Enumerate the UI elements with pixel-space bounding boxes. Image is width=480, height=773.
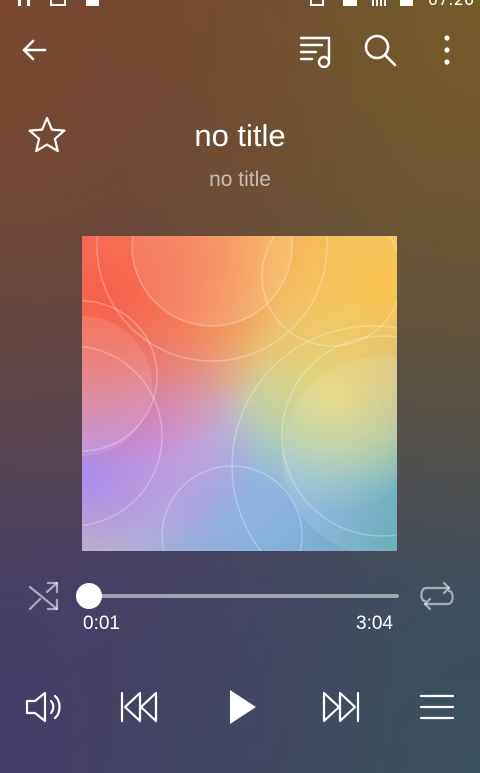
song-artist: no title — [209, 168, 271, 191]
elapsed-time: 0:01 — [83, 613, 120, 634]
volume-icon — [25, 691, 61, 723]
search-button[interactable] — [358, 28, 402, 72]
menu-button[interactable] — [414, 684, 460, 730]
skip-next-icon — [322, 691, 360, 723]
status-bar: 07:26 — [0, 0, 480, 8]
song-title: no title — [194, 118, 286, 153]
play-button[interactable] — [218, 682, 266, 732]
notification-icon — [86, 0, 99, 6]
previous-button[interactable] — [114, 684, 164, 730]
more-vert-icon — [444, 35, 450, 65]
search-icon — [364, 34, 397, 67]
album-art-pattern — [82, 236, 397, 551]
signal-strength-icon — [18, 0, 21, 6]
seek-thumb[interactable] — [75, 583, 102, 609]
battery-icon — [400, 0, 413, 6]
wifi-icon — [343, 0, 357, 6]
seek-bar[interactable] — [87, 594, 399, 598]
skip-previous-icon — [120, 691, 158, 723]
repeat-button[interactable] — [414, 574, 460, 618]
signal-strength-icon — [27, 0, 30, 6]
queue-button[interactable] — [294, 28, 338, 72]
menu-icon — [419, 694, 455, 720]
music-player-screen: 07:26 no title no title — [0, 0, 480, 773]
play-icon — [230, 690, 256, 724]
album-art — [82, 236, 397, 551]
status-time: 07:26 — [428, 0, 474, 8]
total-duration: 3:04 — [356, 613, 393, 634]
next-button[interactable] — [316, 684, 366, 730]
back-button[interactable] — [12, 28, 56, 72]
shuffle-icon — [28, 581, 59, 611]
cell-signal-icon — [372, 0, 388, 6]
volume-button[interactable] — [20, 684, 68, 730]
playlist-icon — [299, 36, 331, 68]
more-options-button[interactable] — [425, 28, 469, 72]
vibrate-icon — [310, 0, 324, 6]
repeat-icon — [420, 581, 454, 611]
arrow-left-icon — [22, 39, 47, 61]
shuffle-button[interactable] — [22, 574, 66, 618]
notification-icon — [50, 0, 66, 6]
